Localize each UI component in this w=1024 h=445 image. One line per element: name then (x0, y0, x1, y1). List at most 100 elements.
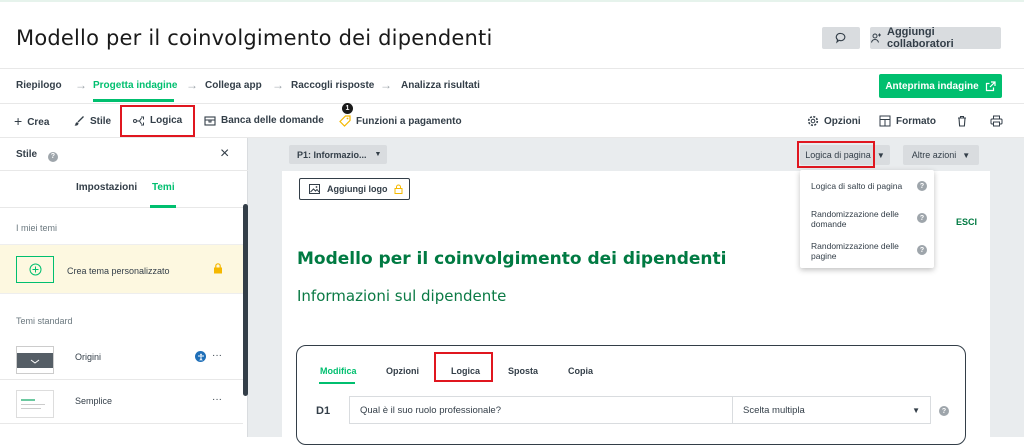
page-logic-menu: Logica di salto di pagina ? Randomizzazi… (800, 170, 934, 268)
tab-themes[interactable]: Temi (152, 182, 175, 193)
preview-survey-button[interactable]: Anteprima indagine (879, 74, 1002, 98)
caret-down-icon: ▼ (876, 150, 885, 160)
page-bar: P1: Informazio... ▼ Logica di pagina ▼ A… (282, 138, 990, 171)
step-design[interactable]: Progetta indagine (93, 80, 177, 91)
help-icon[interactable]: ? (917, 213, 927, 223)
menu-item-page-skip-logic[interactable]: Logica di salto di pagina (811, 181, 915, 191)
add-collaborators-button[interactable]: Aggiungi collaboratori (870, 26, 1001, 50)
more-actions-button[interactable]: Altre azioni ▼ (903, 145, 979, 165)
question-bank-button[interactable]: Banca delle domande (204, 115, 324, 126)
create-button[interactable]: + Crea (14, 113, 50, 129)
style-label: Stile (90, 115, 112, 127)
create-theme-label: Crea tema personalizzato (67, 266, 170, 276)
question-text-field[interactable]: Qual è il suo ruolo professionale? (349, 396, 733, 424)
add-logo-button[interactable]: Aggiungi logo (299, 178, 410, 200)
external-link-icon (985, 80, 996, 92)
page-logic-highlight-box (797, 141, 875, 168)
layout-icon (879, 115, 891, 127)
question-type-value: Scelta multipla (743, 404, 805, 416)
arrow-right-icon: → (380, 78, 392, 92)
active-question-tab-underline (319, 382, 355, 384)
editor-toolbar: + Crea Stile Logica Banca delle domande … (0, 103, 1024, 138)
tab-copy[interactable]: Copia (568, 366, 593, 376)
plus-circle-icon (16, 256, 54, 283)
exit-link[interactable]: ESCI (956, 217, 977, 227)
trash-icon[interactable] (956, 115, 968, 127)
theme-row-origins[interactable]: Origini ··· (0, 336, 243, 380)
accessibility-icon (195, 351, 206, 362)
paid-features-button[interactable]: 1 Funzioni a pagamento (339, 103, 462, 127)
preview-survey-label: Anteprima indagine (885, 80, 979, 92)
step-summary[interactable]: Riepilogo (16, 80, 62, 91)
page-select[interactable]: P1: Informazio... ▼ (289, 145, 387, 164)
menu-item-page-randomization[interactable]: Randomizzazione delle pagine (811, 241, 915, 261)
comment-icon (835, 32, 847, 44)
tab-options[interactable]: Opzioni (386, 366, 419, 376)
theme-row-simple[interactable]: Semplice ··· (0, 380, 243, 424)
standard-themes-heading: Temi standard (16, 316, 73, 326)
survey-canvas: P1: Informazio... ▼ Logica di pagina ▼ A… (282, 138, 990, 445)
add-collaborators-label: Aggiungi collaboratori (887, 26, 954, 50)
help-icon[interactable]: ? (47, 151, 58, 162)
style-sidebar: Stile ? × Impostazioni Temi I miei temi … (0, 138, 248, 437)
help-icon[interactable]: ? (939, 406, 949, 416)
brush-icon (73, 115, 85, 127)
survey-subtitle[interactable]: Informazioni sul dipendente (297, 287, 506, 305)
sidebar-title: Stile ? (16, 149, 58, 162)
theme-more-button[interactable]: ··· (212, 394, 222, 405)
lock-icon (394, 184, 403, 194)
question-card: Modifica Opzioni Logica Sposta Copia D1 … (296, 345, 966, 445)
sidebar-tabs: Impostazioni Temi (0, 170, 248, 208)
canvas-gutter-left (248, 138, 282, 437)
my-themes-heading: I miei temi (16, 223, 58, 233)
canvas-gutter-right (990, 138, 1024, 437)
more-actions-label: Altre azioni (911, 150, 957, 160)
question-logic-highlight-box (434, 352, 493, 382)
active-step-underline (93, 99, 174, 102)
menu-item-question-randomization[interactable]: Randomizzazione delle domande (811, 209, 915, 229)
theme-name: Semplice (75, 396, 113, 406)
help-icon[interactable]: ? (917, 181, 927, 191)
step-collect-responses[interactable]: Raccogli risposte (291, 80, 374, 91)
caret-down-icon: ▼ (374, 151, 382, 158)
tab-edit[interactable]: Modifica (320, 366, 357, 376)
options-button[interactable]: Opzioni (807, 115, 861, 127)
step-connect-apps[interactable]: Collega app (205, 80, 262, 91)
page-select-label: P1: Informazio... (297, 149, 367, 160)
arrow-right-icon: → (186, 78, 198, 92)
feedback-button[interactable] (822, 27, 860, 49)
question-text-value: Qual è il suo ruolo professionale? (360, 404, 502, 416)
step-analyze-results[interactable]: Analizza risultati (401, 80, 480, 91)
survey-title[interactable]: Modello per il coinvolgimento dei dipend… (297, 249, 726, 269)
print-icon[interactable] (990, 115, 1003, 127)
format-label: Formato (896, 115, 936, 127)
caret-down-icon: ▼ (912, 406, 920, 415)
question-bank-label: Banca delle domande (221, 115, 324, 126)
tag-icon: 1 (339, 103, 353, 127)
create-theme-button[interactable]: Crea tema personalizzato (0, 244, 243, 294)
question-type-select[interactable]: Scelta multipla ▼ (732, 396, 931, 424)
logic-highlight-box (120, 105, 195, 137)
add-logo-label: Aggiungi logo (327, 184, 388, 194)
format-button[interactable]: Formato (879, 115, 936, 127)
close-icon[interactable]: × (220, 145, 229, 163)
style-button[interactable]: Stile (73, 115, 111, 127)
caret-down-icon: ▼ (962, 150, 971, 160)
lock-icon (213, 263, 223, 274)
arrow-right-icon: → (272, 78, 284, 92)
steps-nav: Riepilogo → Progetta indagine → Collega … (0, 68, 1024, 102)
create-label: Crea (27, 116, 50, 128)
help-icon[interactable]: ? (917, 245, 927, 255)
theme-name: Origini (75, 352, 102, 362)
paid-features-badge: 1 (342, 103, 353, 114)
active-tab-underline (150, 205, 176, 208)
page-title: Modello per il coinvolgimento dei dipend… (16, 26, 493, 50)
arrow-right-icon: → (75, 78, 87, 92)
tab-move[interactable]: Sposta (508, 366, 538, 376)
theme-thumbnail (16, 390, 54, 418)
tab-settings[interactable]: Impostazioni (76, 182, 137, 193)
theme-more-button[interactable]: ··· (212, 350, 222, 361)
paid-features-label: Funzioni a pagamento (356, 115, 462, 127)
top-header: Modello per il coinvolgimento dei dipend… (0, 0, 1024, 68)
add-user-icon (870, 32, 882, 44)
